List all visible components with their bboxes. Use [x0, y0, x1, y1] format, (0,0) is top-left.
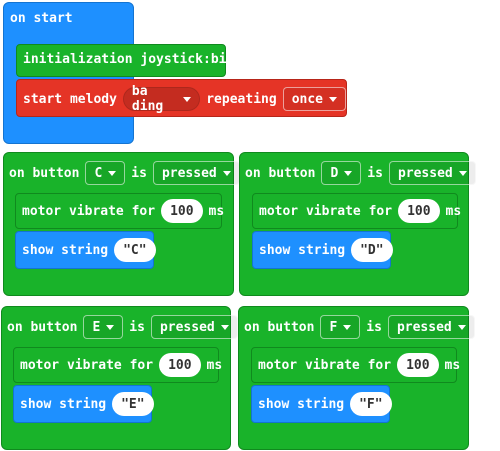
string-input[interactable]: " C " [114, 238, 156, 262]
duration-input[interactable]: 100 [161, 199, 203, 223]
show-string-label: show string [20, 396, 107, 412]
ms-label: ms [208, 203, 225, 219]
quote-open: " [121, 396, 129, 412]
is-label: is [131, 165, 147, 181]
show-string-label: show string [22, 242, 109, 258]
string-value: C [130, 242, 139, 258]
chevron-down-icon [344, 170, 353, 176]
start-melody-label: start melody [23, 91, 117, 107]
show-string-block[interactable]: show string " C " [15, 231, 156, 269]
ms-label: ms [444, 357, 461, 373]
show-string-block[interactable]: show string " F " [251, 385, 392, 423]
quote-close: " [374, 396, 383, 412]
event-value: pressed [161, 165, 217, 181]
button-dropdown[interactable]: D [321, 161, 362, 185]
chevron-down-icon [343, 324, 352, 330]
ms-label: ms [206, 357, 223, 373]
joystick-init-block[interactable]: initialization joystick:bit [16, 44, 234, 77]
chevron-down-icon [457, 324, 466, 330]
button-dropdown[interactable]: E [83, 315, 124, 339]
motor-vibrate-block[interactable]: motor vibrate for 100 ms [251, 347, 460, 383]
string-value: E [128, 396, 137, 412]
event-value: pressed [159, 319, 215, 335]
is-label: is [367, 165, 383, 181]
is-label: is [366, 319, 382, 335]
on-button-label: on button [245, 165, 316, 181]
on-button-label: on button [9, 165, 80, 181]
string-input[interactable]: " F " [350, 392, 392, 416]
event-dropdown[interactable]: pressed [150, 315, 238, 339]
chevron-down-icon [222, 170, 231, 176]
duration-input[interactable]: 100 [398, 199, 440, 223]
motor-vibrate-block[interactable]: motor vibrate for 100 ms [15, 193, 225, 229]
quote-open: " [359, 396, 367, 412]
start-melody-block[interactable]: start melody ba ding repeating once [16, 79, 347, 117]
string-input[interactable]: " E " [112, 392, 154, 416]
motor-vibrate-block[interactable]: motor vibrate for 100 ms [252, 193, 461, 229]
motor-label: motor vibrate for [259, 203, 393, 219]
chevron-down-icon [183, 96, 192, 102]
chevron-down-icon [329, 96, 337, 102]
quote-close: " [375, 242, 384, 258]
duration-input[interactable]: 100 [159, 353, 201, 377]
show-string-label: show string [259, 242, 346, 258]
button-dropdown[interactable]: C [85, 161, 126, 185]
motor-label: motor vibrate for [20, 357, 154, 373]
chevron-down-icon [220, 324, 229, 330]
on-button-label: on button [244, 319, 315, 335]
melody-dropdown[interactable]: ba ding [122, 84, 201, 114]
on-button-label: on button [7, 319, 78, 335]
string-input[interactable]: " D " [351, 238, 393, 262]
quote-open: " [123, 242, 131, 258]
button-dropdown[interactable]: F [320, 315, 361, 339]
melody-value: ba ding [131, 84, 164, 114]
button-value: D [330, 165, 339, 181]
repeating-label: repeating [206, 91, 277, 107]
chevron-down-icon [108, 170, 117, 176]
chevron-down-icon [458, 170, 467, 176]
event-dropdown[interactable]: pressed [388, 161, 476, 185]
event-dropdown[interactable]: pressed [387, 315, 475, 339]
motor-label: motor vibrate for [22, 203, 156, 219]
event-value: pressed [396, 319, 452, 335]
show-string-block[interactable]: show string " D " [252, 231, 393, 269]
repeat-value: once [291, 91, 323, 107]
button-value: C [94, 165, 103, 181]
motor-vibrate-block[interactable]: motor vibrate for 100 ms [13, 347, 222, 383]
event-dropdown[interactable]: pressed [152, 161, 240, 185]
button-value: E [92, 319, 101, 335]
button-value: F [329, 319, 338, 335]
duration-input[interactable]: 100 [397, 353, 439, 377]
show-string-block[interactable]: show string " E " [13, 385, 154, 423]
joystick-init-label: initialization joystick:bit [23, 52, 235, 67]
quote-close: " [138, 242, 147, 258]
ms-label: ms [445, 203, 462, 219]
repeat-dropdown[interactable]: once [282, 87, 346, 111]
quote-open: " [360, 242, 368, 258]
string-value: D [367, 242, 376, 258]
quote-close: " [136, 396, 145, 412]
show-string-label: show string [258, 396, 345, 412]
event-value: pressed [397, 165, 453, 181]
is-label: is [129, 319, 145, 335]
on-start-label: on start [10, 11, 73, 26]
string-value: F [366, 396, 375, 412]
chevron-down-icon [106, 324, 115, 330]
motor-label: motor vibrate for [258, 357, 392, 373]
